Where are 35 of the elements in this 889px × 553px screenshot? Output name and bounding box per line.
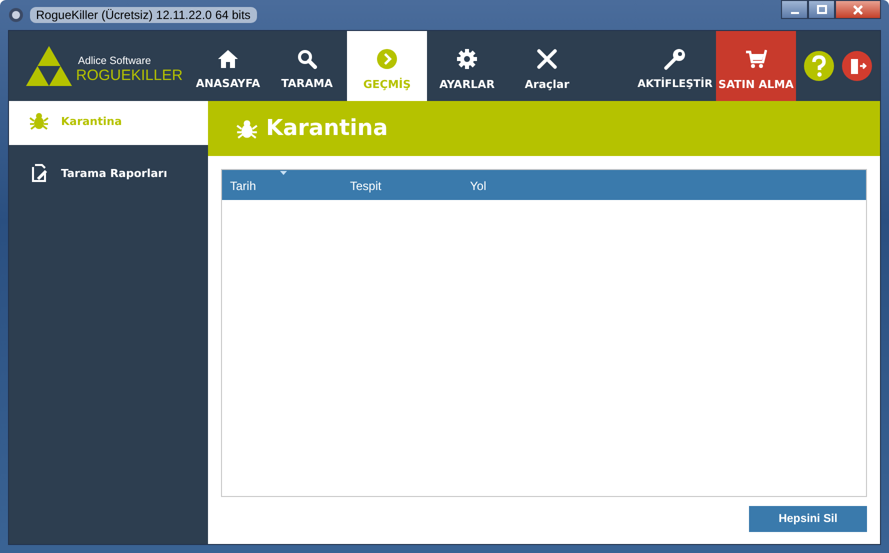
exit-door-icon[interactable] bbox=[842, 51, 872, 81]
nav-tab[interactable]: TARAMA bbox=[267, 31, 347, 101]
gear-icon bbox=[456, 48, 478, 70]
product-name: ROGUEKILLER bbox=[76, 66, 183, 84]
cart-icon bbox=[745, 48, 767, 70]
bug-icon bbox=[236, 118, 258, 138]
minimize-icon bbox=[790, 12, 798, 14]
key-icon bbox=[664, 48, 686, 70]
home-icon bbox=[217, 48, 239, 68]
nav-tab[interactable]: ANASAYFA bbox=[189, 31, 267, 101]
help-icon[interactable] bbox=[804, 51, 834, 81]
bug-icon bbox=[29, 112, 49, 130]
window-title: RogueKiller (Ücretsiz) 12.11.22.0 64 bits bbox=[30, 7, 257, 23]
activate-button[interactable]: AKTİFLEŞTİR bbox=[634, 31, 716, 101]
column-header[interactable]: Tarih bbox=[222, 170, 342, 200]
delete-all-button[interactable]: Hepsini Sil bbox=[749, 506, 867, 532]
nav-tab[interactable]: Araçlar bbox=[507, 31, 587, 101]
company-name: Adlice Software bbox=[77, 54, 152, 66]
maximize-icon bbox=[816, 4, 826, 14]
document-edit-icon bbox=[29, 163, 49, 183]
close-button[interactable] bbox=[835, 0, 881, 19]
page-title: Karantina bbox=[266, 116, 388, 141]
crossed-tools-icon bbox=[536, 48, 558, 70]
close-icon bbox=[852, 4, 864, 14]
column-header[interactable]: Yol bbox=[462, 170, 582, 200]
buy-button[interactable]: SATIN ALMA bbox=[716, 31, 796, 101]
search-icon bbox=[297, 48, 317, 68]
sidebar-item[interactable]: Tarama Raporları bbox=[9, 150, 208, 200]
nav-tab[interactable]: AYARLAR bbox=[427, 31, 507, 101]
maximize-button[interactable] bbox=[808, 0, 835, 19]
app-icon bbox=[8, 7, 24, 23]
minimize-button[interactable] bbox=[781, 0, 808, 19]
chevron-circle-icon bbox=[376, 48, 398, 70]
column-header[interactable]: Tespit bbox=[342, 170, 462, 200]
triforce-logo-icon bbox=[26, 46, 72, 86]
